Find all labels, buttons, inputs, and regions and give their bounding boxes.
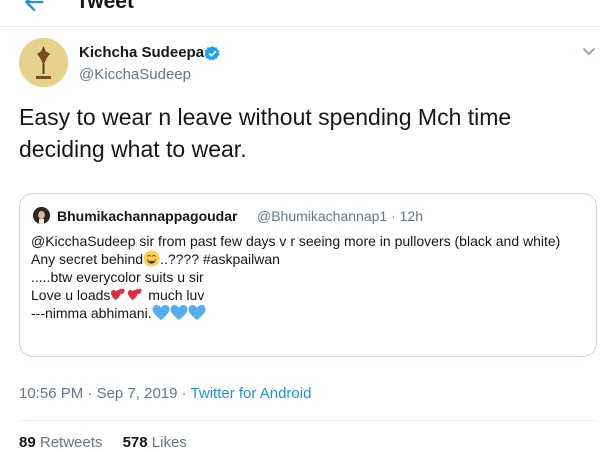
tweet-time[interactable]: 10:56 PM bbox=[19, 385, 83, 402]
divider bbox=[19, 420, 597, 421]
verified-badge-icon bbox=[204, 46, 220, 61]
quoted-line-4: Love u loads much luv bbox=[31, 286, 587, 304]
quoted-line-5-text: ---nimma abhimani. bbox=[31, 305, 152, 321]
quoted-line-3: .....btw everycolor suits u sir bbox=[31, 269, 204, 285]
meta-separator: · bbox=[181, 385, 187, 402]
two-hearts-icon bbox=[128, 288, 143, 301]
tweet-source-link[interactable]: Twitter for Android bbox=[191, 385, 312, 402]
quoted-author-handle[interactable]: @Bhumikachannap1 bbox=[257, 208, 387, 224]
quoted-line-2-start: Any secret behind bbox=[31, 251, 144, 267]
page-title: Tweet bbox=[76, 0, 134, 13]
grinning-face-icon bbox=[143, 250, 160, 267]
author-name[interactable]: Kichcha Sudeepa bbox=[79, 43, 204, 63]
chevron-down-icon[interactable] bbox=[581, 43, 597, 59]
quoted-avatar[interactable] bbox=[33, 207, 50, 224]
retweets-count: 89 bbox=[19, 434, 36, 450]
quoted-line-2: Any secret behind ..???? #askpailwan bbox=[31, 250, 587, 268]
likes-label: Likes bbox=[151, 434, 187, 450]
quoted-tweet-text: @KicchaSudeep sir from past few days v r… bbox=[31, 232, 587, 322]
retweets-label: Retweets bbox=[39, 434, 103, 450]
quoted-tweet-card[interactable]: Bhumikachannappagoudar @Bhumikachannap1 … bbox=[19, 193, 597, 357]
quoted-meta: @Bhumikachannap1 · 12h bbox=[257, 207, 423, 225]
tweet-header: Tweet bbox=[0, 0, 600, 27]
tweet-date[interactable]: Sep 7, 2019 bbox=[97, 385, 178, 402]
quoted-line-5: ---nimma abhimani. bbox=[31, 304, 587, 322]
blue-heart-icon bbox=[152, 305, 170, 320]
quoted-meta-separator: · bbox=[391, 208, 396, 224]
blue-heart-icon bbox=[188, 305, 206, 320]
likes-stat[interactable]: 578 Likes bbox=[123, 434, 187, 450]
quoted-line-4-start: Love u loads bbox=[31, 287, 111, 303]
author-handle[interactable]: @KicchaSudeep bbox=[79, 65, 191, 85]
meta-separator: · bbox=[87, 385, 93, 402]
quoted-author-name[interactable]: Bhumikachannappagoudar bbox=[57, 207, 237, 225]
tweet-text: Easy to wear n leave without spending Mc… bbox=[19, 104, 512, 162]
arrow-left-icon[interactable] bbox=[20, 0, 48, 16]
tweet-stats: 89 Retweets 578 Likes bbox=[19, 433, 203, 450]
quoted-time: 12h bbox=[399, 208, 423, 224]
quoted-line-1: @KicchaSudeep sir from past few days v r… bbox=[31, 233, 561, 249]
blue-heart-icon bbox=[170, 305, 188, 320]
two-hearts-icon bbox=[111, 288, 126, 301]
avatar[interactable] bbox=[19, 38, 68, 87]
tweet-meta: 10:56 PM · Sep 7, 2019 · Twitter for And… bbox=[19, 384, 311, 404]
retweets-stat[interactable]: 89 Retweets bbox=[19, 434, 102, 450]
quoted-line-2-end: ..???? #askpailwan bbox=[160, 251, 280, 267]
likes-count: 578 bbox=[122, 434, 148, 450]
quoted-line-4-end: much luv bbox=[144, 287, 205, 303]
